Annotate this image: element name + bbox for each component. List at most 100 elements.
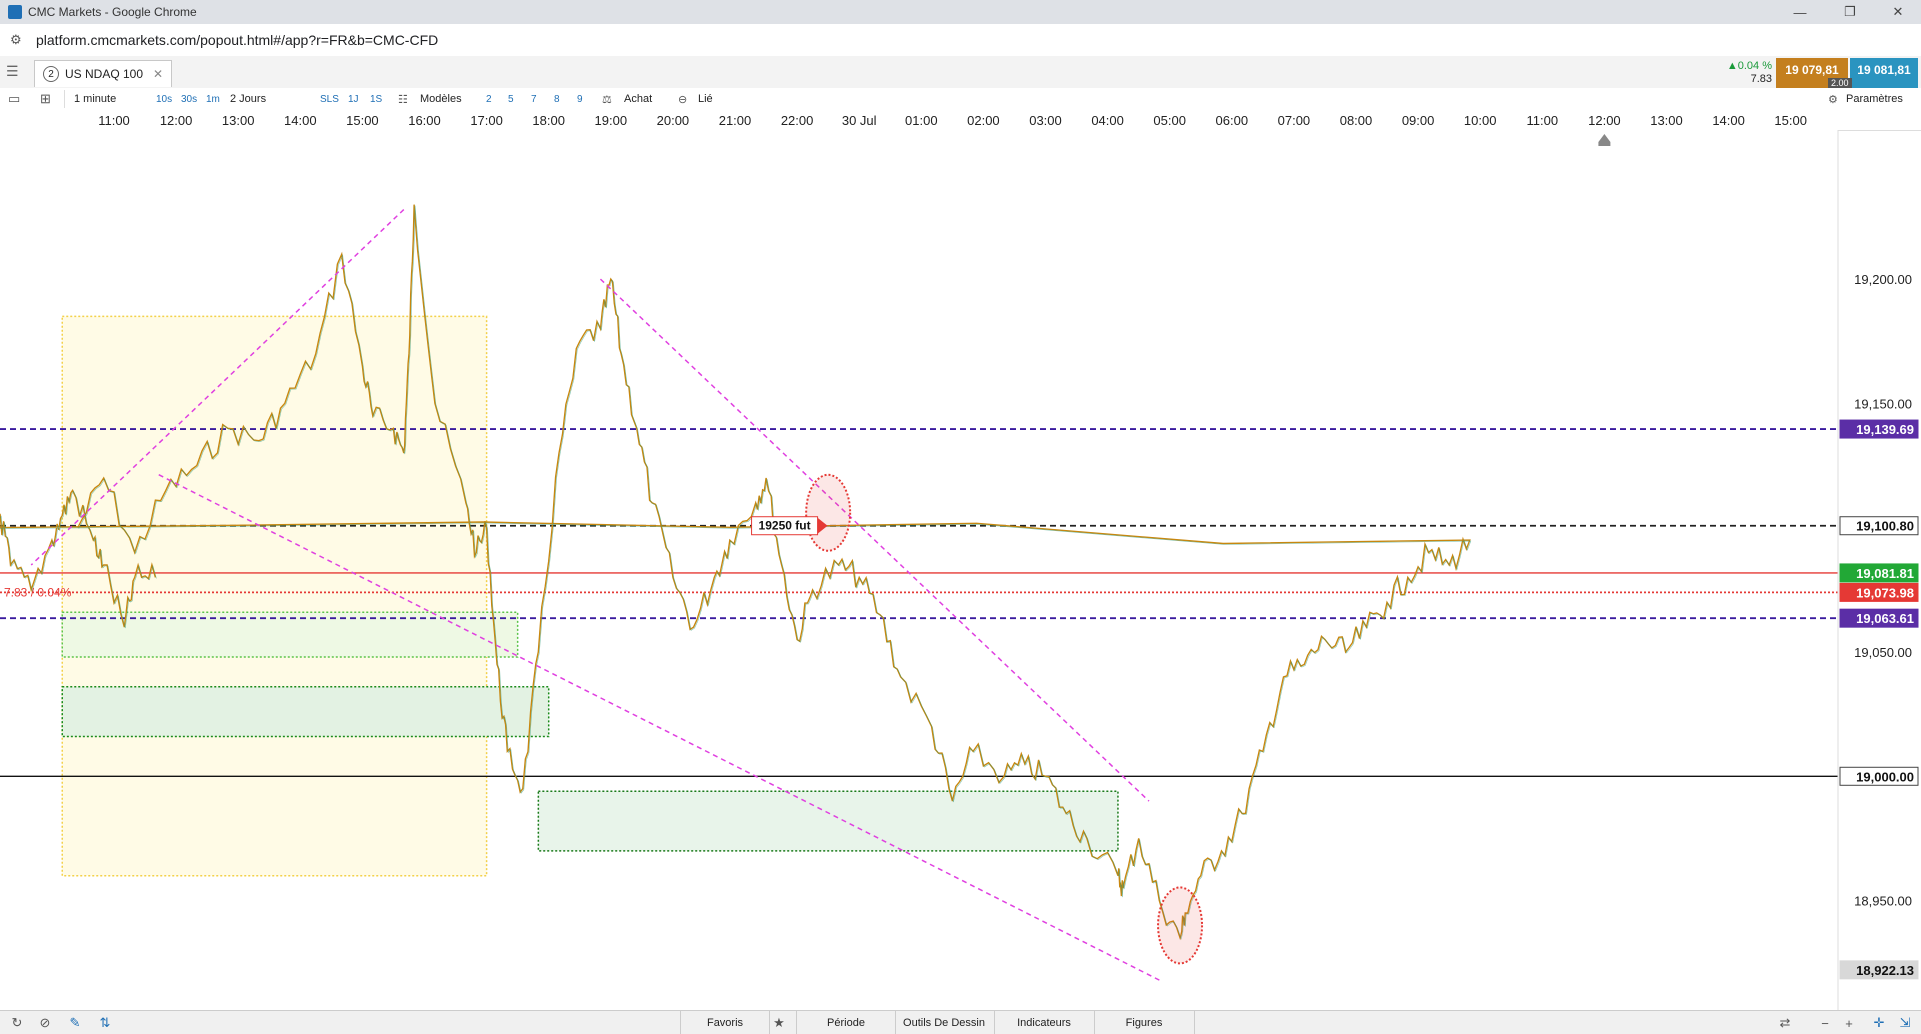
templates-icon[interactable]: ☷ — [398, 91, 408, 107]
future-annotation-label: 19250 fut — [759, 519, 811, 533]
indicators-button[interactable]: Indicateurs — [994, 1011, 1095, 1034]
time-tick-label: 09:00 — [1401, 113, 1435, 128]
time-tick-label: 12:00 — [159, 113, 193, 128]
change-label: 7.83 / 0.04% — [4, 585, 72, 599]
figures-button[interactable]: Figures — [1094, 1011, 1195, 1034]
star-icon[interactable]: ★ — [770, 1014, 788, 1032]
time-tick-label: 11:00 — [98, 113, 130, 128]
count-9[interactable]: 9 — [577, 91, 583, 107]
time-tick-label: 15:00 — [346, 113, 379, 128]
time-tick-label: 19:00 — [594, 113, 628, 128]
instrument-tab[interactable]: 2 US NDAQ 100 ✕ — [34, 60, 173, 87]
time-tick-label: 17:00 — [470, 113, 503, 128]
layout-icon[interactable]: ⊞ — [40, 91, 51, 107]
time-tick-label: 04:00 — [1091, 113, 1124, 128]
period-1s[interactable]: 1S — [370, 91, 382, 107]
no-icon[interactable]: ⊘ — [36, 1014, 54, 1032]
tab-number: 2 — [43, 66, 59, 82]
minimize-icon[interactable]: — — [1780, 0, 1820, 24]
close-icon[interactable]: ✕ — [1878, 0, 1918, 24]
time-tick-label: 06:00 — [1215, 113, 1249, 128]
buy-button[interactable]: Achat — [624, 91, 652, 107]
time-tick-label: 05:00 — [1153, 113, 1186, 128]
count-7[interactable]: 7 — [531, 91, 537, 107]
restore-icon[interactable]: ❐ — [1830, 0, 1870, 24]
window-title: CMC Markets - Google Chrome — [28, 5, 197, 19]
price-tag-label: 19,100.80 — [1856, 519, 1914, 534]
zone-rectangle[interactable] — [61, 315, 488, 877]
settings-icon[interactable]: ⚙ — [1828, 91, 1838, 107]
site-info-icon[interactable]: ⚙ — [10, 32, 26, 48]
menu-icon[interactable]: ☰ — [6, 63, 28, 81]
chart-type-icon[interactable]: ▭ — [8, 91, 20, 107]
app-icon — [8, 5, 22, 19]
settings-button[interactable]: Paramètres — [1846, 91, 1903, 107]
time-tick-label: 02:00 — [967, 113, 1000, 128]
interval-30s[interactable]: 30s — [181, 91, 197, 107]
time-tick-label: 03:00 — [1029, 113, 1062, 128]
time-tick-label: 13:00 — [1650, 113, 1683, 128]
time-axis: 11:00 12:00 13:00 14:00 15:00 16:00 17:00 18:00… — [0, 110, 1921, 131]
highlight-circle[interactable] — [1157, 886, 1204, 965]
time-tick-label: 20:00 — [656, 113, 690, 128]
time-tick-label: 30 Jul — [841, 113, 877, 128]
url-text[interactable]: platform.cmcmarkets.com/popout.html#/app… — [36, 32, 438, 48]
pencil-icon[interactable]: ✎ — [66, 1014, 84, 1032]
address-bar[interactable]: ⚙ platform.cmcmarkets.com/popout.html#/a… — [0, 24, 1921, 57]
templates-button[interactable]: Modèles — [420, 91, 462, 107]
interval-select[interactable]: 1 minute — [74, 91, 116, 107]
interval-1m[interactable]: 1m — [206, 91, 220, 107]
time-tick-label: 15:00 — [1774, 113, 1807, 128]
period-sls[interactable]: SLS — [320, 91, 339, 107]
highlight-circle[interactable] — [805, 473, 852, 552]
time-tick-label: 12:00 — [1588, 113, 1621, 128]
time-tick-label: 13:00 — [221, 113, 255, 128]
price-tag-label: 19,073.98 — [1856, 585, 1914, 600]
close-tab-icon[interactable]: ✕ — [153, 67, 163, 81]
price-tag-label: 19,139.69 — [1856, 422, 1914, 437]
buy-icon[interactable]: ⚖ — [602, 91, 612, 107]
time-tick-label: 10:00 — [1463, 113, 1497, 128]
time-tick-label: 18:00 — [532, 113, 565, 128]
period-button[interactable]: Période — [796, 1011, 896, 1034]
bottom-toolbar: ↻ ⊘ ✎ ⇅ Favoris ★ Période Outils De Dess… — [0, 1010, 1921, 1034]
count-2[interactable]: 2 — [486, 91, 492, 107]
count-8[interactable]: 8 — [554, 91, 560, 107]
zoom-out-icon[interactable]: − — [1816, 1014, 1834, 1032]
count-5[interactable]: 5 — [508, 91, 514, 107]
drawing-tools-button[interactable]: Outils De Dessin — [894, 1011, 995, 1034]
price-tag-label: 19,081.81 — [1856, 566, 1914, 581]
zone-rectangle[interactable] — [61, 686, 550, 738]
price-chart[interactable]: 19250 fut 7.83 / 0.04% 19,200.00 19,150.00 1… — [0, 130, 1921, 1010]
time-tick-label: 07:00 — [1277, 113, 1311, 128]
zone-rectangle[interactable] — [537, 790, 1119, 852]
buy-price-button[interactable]: 19 081,81 — [1850, 58, 1918, 88]
price-tick-label: 19,200.00 — [1854, 272, 1912, 287]
instrument-tabbar: ☰ 2 US NDAQ 100 ✕ ▲0.04 % 7.83 19 079,81… — [0, 56, 1921, 89]
interval-10s[interactable]: 10s — [156, 91, 172, 107]
time-tick-label: 16:00 — [408, 113, 441, 128]
period-1j[interactable]: 1J — [348, 91, 359, 107]
refresh-icon[interactable]: ↻ — [8, 1014, 26, 1032]
time-tick-label: 22:00 — [780, 113, 814, 128]
time-tick-label: 11:00 — [1526, 113, 1559, 128]
scale-icon[interactable]: ⇄ — [1776, 1014, 1794, 1032]
link-button[interactable]: Lié — [698, 91, 713, 107]
change-percent: ▲0.04 % — [1726, 60, 1772, 72]
arrows-icon[interactable]: ⇅ — [96, 1014, 114, 1032]
link-icon[interactable]: ⊖ — [678, 91, 687, 107]
time-tick-label: 14:00 — [1712, 113, 1745, 128]
chart-toolbar: ▭ ⊞ 1 minute 10s 30s 1m 2 Jours SLS 1J 1… — [0, 88, 1921, 111]
time-tick-label: 08:00 — [1339, 113, 1373, 128]
time-tick-label: 01:00 — [905, 113, 938, 128]
fit-icon[interactable]: ⇲ — [1896, 1014, 1914, 1032]
price-tag-label: 18,922.13 — [1856, 963, 1914, 978]
time-tick-label: 14:00 — [284, 113, 317, 128]
crosshair-icon[interactable]: ✛ — [1870, 1014, 1888, 1032]
price-tick-label: 18,950.00 — [1854, 894, 1912, 909]
price-tick-label: 19,150.00 — [1854, 396, 1912, 411]
period-select[interactable]: 2 Jours — [230, 91, 266, 107]
zoom-in-icon[interactable]: + — [1840, 1014, 1858, 1032]
favorites-button[interactable]: Favoris — [680, 1011, 770, 1034]
window-titlebar: CMC Markets - Google Chrome — ❐ ✕ — [0, 0, 1921, 24]
